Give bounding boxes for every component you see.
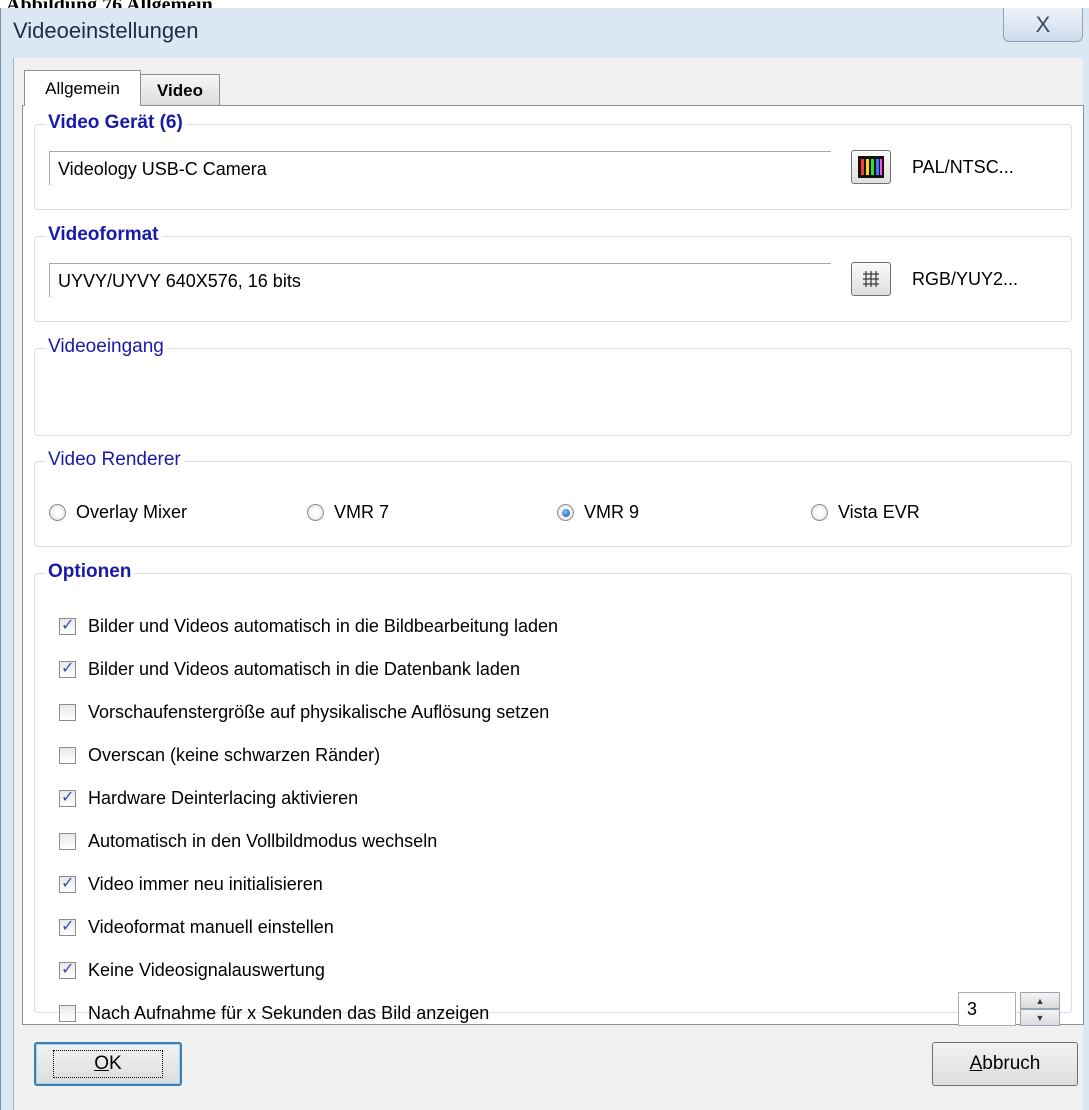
radio-vista-evr[interactable]: Vista EVR (811, 502, 920, 523)
option-always-reinitialize[interactable]: Video immer neu initialisieren (59, 873, 323, 895)
group-video-device: Video Gerät (6) Videology USB-C Camera P… (34, 112, 1072, 210)
option-overscan[interactable]: Overscan (keine schwarzen Ränder) (59, 745, 380, 766)
radio-vmr7[interactable]: VMR 7 (307, 502, 389, 523)
arrow-up-icon: ▲ (1035, 995, 1045, 1006)
radio-indicator (811, 504, 828, 521)
group-options: Optionen Bilder und Videos automatisch i… (34, 561, 1072, 1026)
close-button[interactable]: X (1003, 8, 1083, 42)
radio-vmr9[interactable]: VMR 9 (557, 502, 639, 523)
group-video-format: Videoformat UYVY/UYVY 640X576, 16 bits R… (34, 224, 1072, 322)
spin-down-button[interactable]: ▼ (1020, 1009, 1060, 1026)
rgb-yuy2-label: RGB/YUY2... (912, 269, 1019, 289)
group-title-video-format: Videoformat (45, 224, 162, 246)
option-auto-load-image-editing[interactable]: Bilder und Videos automatisch in die Bil… (59, 615, 558, 637)
option-no-signal-evaluation[interactable]: Keine Videosignalauswertung (59, 959, 325, 981)
window-title: Videoeinstellungen (13, 18, 199, 43)
option-auto-fullscreen[interactable]: Automatisch in den Vollbildmodus wechsel… (59, 831, 437, 852)
video-settings-dialog: Videoeinstellungen X Allgemein Video Vid… (0, 8, 1089, 1110)
radio-indicator (307, 504, 324, 521)
option-hardware-deinterlacing[interactable]: Hardware Deinterlacing aktivieren (59, 787, 358, 809)
cancel-button[interactable]: Abbruch (932, 1042, 1078, 1086)
checkbox-unchecked (59, 704, 76, 721)
option-physical-resolution[interactable]: Vorschaufenstergröße auf physikalische A… (59, 702, 549, 723)
grid-icon (863, 271, 879, 287)
checkbox-checked (59, 959, 76, 979)
ok-button-label: OK (53, 1050, 163, 1078)
checkbox-unchecked (59, 747, 76, 764)
group-video-input: Videoeingang (34, 336, 1072, 436)
video-device-field[interactable]: Videology USB-C Camera (49, 151, 831, 185)
option-auto-load-database[interactable]: Bilder und Videos automatisch in die Dat… (59, 658, 520, 680)
group-title-video-renderer: Video Renderer (45, 449, 184, 471)
pal-ntsc-label: PAL/NTSC... (912, 157, 1014, 177)
checkbox-checked (59, 787, 76, 807)
radio-overlay-mixer[interactable]: Overlay Mixer (49, 502, 187, 523)
option-manual-video-format[interactable]: Videoformat manuell einstellen (59, 916, 334, 938)
option-show-image-after-capture[interactable]: Nach Aufnahme für x Sekunden das Bild an… (59, 1003, 489, 1024)
seconds-input[interactable]: 3 (958, 992, 1016, 1026)
tab-video[interactable]: Video (140, 74, 220, 106)
close-icon: X (1035, 11, 1051, 37)
group-title-video-device: Video Gerät (6) (45, 112, 186, 134)
dialog-client-area: Allgemein Video Video Gerät (6) Videolog… (13, 58, 1084, 1110)
arrow-down-icon: ▼ (1035, 1012, 1045, 1023)
video-format-button[interactable] (851, 262, 891, 296)
ok-button[interactable]: OK (34, 1042, 182, 1086)
group-title-options: Optionen (45, 561, 135, 583)
cancel-button-label: Abbruch (969, 1053, 1041, 1074)
radio-indicator-selected (557, 504, 574, 521)
seconds-spinner: ▲ ▼ (1020, 992, 1060, 1026)
checkbox-unchecked (59, 1005, 76, 1022)
group-video-renderer: Video Renderer Overlay Mixer VMR 7 VMR 9… (34, 449, 1072, 547)
checkbox-checked (59, 658, 76, 678)
radio-indicator (49, 504, 66, 521)
video-format-field[interactable]: UYVY/UYVY 640X576, 16 bits (49, 263, 831, 297)
group-title-video-input: Videoeingang (45, 336, 167, 358)
tab-panel-allgemein: Video Gerät (6) Videology USB-C Camera P… (22, 105, 1084, 1026)
checkbox-checked (59, 873, 76, 893)
tab-allgemein[interactable]: Allgemein (24, 70, 141, 106)
spin-up-button[interactable]: ▲ (1020, 992, 1060, 1009)
checkbox-unchecked (59, 833, 76, 850)
checkbox-checked (59, 615, 76, 635)
video-standard-button[interactable] (851, 150, 891, 184)
color-bars-icon (858, 156, 884, 178)
checkbox-checked (59, 916, 76, 936)
